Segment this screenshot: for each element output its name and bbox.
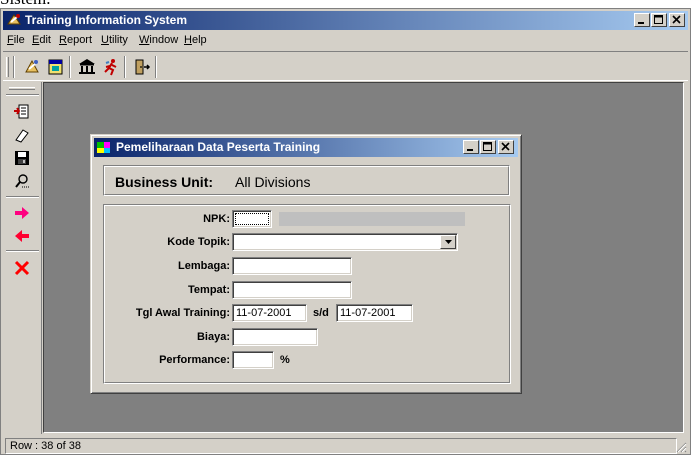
runner-icon <box>104 59 117 76</box>
kode-topik-select[interactable] <box>232 233 458 251</box>
child-window: Pemeliharaan Data Peserta Training Busin… <box>90 134 522 394</box>
child-caption-buttons <box>462 140 514 154</box>
npk-input[interactable] <box>232 210 272 228</box>
search-button[interactable] <box>11 171 33 191</box>
tempat-label: Tempat: <box>188 284 230 296</box>
menu-utility[interactable]: Utility <box>101 34 128 47</box>
row-counter: Row : 38 of 38 <box>10 440 81 452</box>
next-arrow-icon <box>15 207 29 219</box>
npk-name-display <box>279 212 465 226</box>
status-bar: Row : 38 of 38 <box>3 437 688 454</box>
new-record-button[interactable] <box>11 102 33 122</box>
status-pane: Row : 38 of 38 <box>5 438 677 454</box>
main-toolbar <box>3 51 688 81</box>
business-unit-label: Business Unit: <box>115 174 214 190</box>
menu-report[interactable]: Report <box>59 34 92 47</box>
next-record-button[interactable] <box>11 203 33 223</box>
side-toolbar-grip[interactable] <box>9 87 35 90</box>
form-panel: NPK: Kode Topik: Lembaga: Tempat: Tgl Aw… <box>103 204 511 384</box>
exit-door-icon <box>135 59 151 75</box>
minimize-icon <box>638 22 644 24</box>
menu-edit[interactable]: Edit <box>32 34 51 47</box>
lembaga-label: Lembaga: <box>178 260 230 272</box>
toolbar-separator <box>155 56 157 78</box>
side-toolbar <box>3 82 42 434</box>
menu-window[interactable]: Window <box>139 34 178 47</box>
form-icon <box>97 142 110 153</box>
tempat-input[interactable] <box>232 281 352 299</box>
save-button[interactable] <box>11 148 33 168</box>
child-maximize-button[interactable] <box>480 140 496 154</box>
exit-button[interactable] <box>131 57 153 77</box>
training-button[interactable] <box>21 57 43 77</box>
biaya-input[interactable] <box>232 328 318 346</box>
training-icon <box>25 59 39 73</box>
percent-label: % <box>280 354 290 366</box>
close-button[interactable] <box>669 13 685 27</box>
app-titlebar[interactable]: Training Information System <box>3 11 688 30</box>
institution-button[interactable] <box>76 57 98 77</box>
menu-file[interactable]: File <box>7 34 25 47</box>
toolbar-separator <box>13 56 15 78</box>
save-disk-icon <box>15 151 29 165</box>
search-icon <box>15 174 29 188</box>
menu-help[interactable]: Help <box>184 34 207 47</box>
biaya-label: Biaya: <box>196 331 230 343</box>
child-minimize-button[interactable] <box>463 140 479 154</box>
toolbar-grip[interactable] <box>6 57 9 77</box>
menu-bar: File Edit Report Utility Window Help <box>3 31 688 50</box>
child-titlebar[interactable]: Pemeliharaan Data Peserta Training <box>94 138 518 157</box>
npk-label: NPK: <box>203 213 230 225</box>
app-caption-buttons <box>633 13 685 28</box>
maximize-icon <box>654 15 663 24</box>
calendar-icon <box>48 59 63 75</box>
minimize-icon <box>467 149 473 151</box>
edit-eraser-icon <box>15 129 29 143</box>
new-record-icon <box>14 104 29 119</box>
calendar-button[interactable] <box>45 57 67 77</box>
tgl-akhir-input[interactable]: 11-07-2001 <box>336 304 413 322</box>
sd-label: s/d <box>313 307 329 319</box>
maximize-icon <box>483 142 492 151</box>
chevron-down-icon <box>445 240 452 244</box>
edit-button[interactable] <box>11 125 33 145</box>
previous-arrow-icon <box>15 230 29 242</box>
side-toolbar-separator <box>6 250 39 252</box>
close-icon <box>501 142 510 151</box>
performance-label: Performance: <box>159 354 230 366</box>
side-toolbar-separator <box>6 94 39 96</box>
side-toolbar-separator <box>6 196 39 198</box>
business-unit-value: All Divisions <box>235 174 311 190</box>
toolbar-separator <box>124 56 126 78</box>
maximize-button[interactable] <box>651 13 667 27</box>
delete-x-icon <box>14 260 30 276</box>
institution-icon <box>79 59 95 74</box>
kode-topik-label: Kode Topik: <box>167 236 230 248</box>
runner-button[interactable] <box>100 57 122 77</box>
close-icon <box>672 15 681 24</box>
lembaga-input[interactable] <box>232 257 352 275</box>
app-title: Training Information System <box>25 13 188 27</box>
previous-record-button[interactable] <box>11 226 33 246</box>
toolbar-separator <box>69 56 71 78</box>
tgl-awal-label: Tgl Awal Training: <box>135 307 230 319</box>
child-close-button[interactable] <box>498 140 514 154</box>
minimize-button[interactable] <box>634 13 650 27</box>
business-unit-panel: Business Unit: All Divisions <box>103 165 510 196</box>
delete-button[interactable] <box>11 258 33 278</box>
kode-topik-dropdown-button[interactable] <box>440 235 456 249</box>
performance-input[interactable] <box>232 351 274 369</box>
document-caption: Sistem. <box>0 0 51 8</box>
child-title: Pemeliharaan Data Peserta Training <box>116 140 321 154</box>
app-training-icon <box>7 14 21 25</box>
size-grip-icon[interactable] <box>675 441 687 453</box>
tgl-awal-input[interactable]: 11-07-2001 <box>232 304 307 322</box>
